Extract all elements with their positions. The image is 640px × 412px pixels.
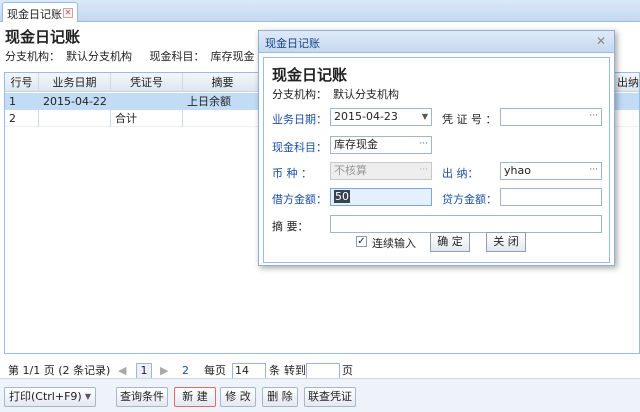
subject-label: 现金科目：: [272, 141, 327, 154]
dialog-title: 现金日记账: [265, 37, 320, 50]
org-label: 分支机构：: [5, 50, 60, 63]
tab-bar: 现金日记账 ✕: [0, 0, 640, 22]
new-button[interactable]: 新 建: [174, 387, 216, 407]
tab-title: 现金日记账: [7, 8, 62, 21]
goto-input[interactable]: [306, 363, 340, 379]
current-page[interactable]: 1: [136, 363, 152, 379]
subject-label: 现金科目：: [149, 50, 205, 63]
col-header-date[interactable]: 业务日期: [39, 73, 111, 92]
date-value: 2015-04-23: [334, 110, 398, 123]
voucher-label: 凭 证 号 ：: [442, 113, 497, 126]
cashier-value: yhao: [504, 164, 531, 177]
currency-label: 币 种 ：: [272, 167, 312, 180]
more-icon: ···: [419, 165, 428, 175]
col-header-no[interactable]: 行号: [5, 73, 39, 92]
row-no: 1: [5, 93, 39, 110]
memo-input[interactable]: [330, 215, 602, 233]
debit-input[interactable]: 50: [330, 188, 432, 206]
debit-label: 借方金额：: [272, 193, 327, 206]
per-page-input[interactable]: 14: [232, 363, 266, 379]
credit-input[interactable]: [500, 188, 602, 206]
org-value: 默认分支机构: [66, 50, 132, 63]
query-button[interactable]: 查询条件: [116, 387, 168, 407]
tab-cash-journal[interactable]: 现金日记账 ✕: [2, 2, 78, 22]
row-summary: [183, 110, 263, 127]
cashier-label: 出 纳：: [442, 167, 479, 180]
dialog-org-label: 分支机构：: [272, 88, 327, 101]
subject-value: 库存现金: [334, 138, 378, 151]
more-icon[interactable]: ···: [589, 109, 598, 124]
row-summary: 上日余额: [183, 93, 263, 110]
dialog-header: 现金日记账 ✕: [259, 31, 614, 53]
dialog-body: 现金日记账 分支机构： 默认分支机构 业务日期： 2015-04-23 ▼ 凭 证…: [263, 57, 610, 263]
date-label: 业务日期：: [272, 113, 327, 126]
linked-voucher-button[interactable]: 联查凭证: [304, 387, 356, 407]
debit-value: 50: [334, 190, 350, 203]
dialog-org: 分支机构： 默认分支机构: [272, 86, 405, 102]
header-info: 分支机构： 默认分支机构 现金科目： 库存现金: [5, 48, 261, 64]
col-header-voucher[interactable]: 凭证号: [111, 73, 183, 92]
print-button[interactable]: 打印(Ctrl+F9) ▼: [4, 387, 96, 407]
dialog-org-value: 默认分支机构: [333, 88, 399, 101]
voucher-field[interactable]: ···: [500, 108, 602, 126]
checkmark-icon: ✓: [357, 236, 366, 247]
col-header-cashier[interactable]: 出纳: [617, 73, 639, 92]
row-no: 2: [5, 110, 39, 127]
journal-entry-dialog: 现金日记账 ✕ 现金日记账 分支机构： 默认分支机构 业务日期： 2015-04-…: [258, 30, 615, 266]
edit-button[interactable]: 修 改: [220, 387, 256, 407]
continuous-checkbox[interactable]: ✓: [356, 236, 367, 247]
subject-value: 库存现金: [210, 50, 255, 63]
page-title: 现金日记账: [5, 28, 81, 46]
dialog-heading: 现金日记账: [272, 66, 348, 84]
dialog-close-button[interactable]: 关 闭: [486, 232, 526, 252]
close-icon[interactable]: ✕: [63, 8, 73, 18]
credit-label: 贷方金额：: [442, 193, 497, 206]
row-date: 2015-04-22: [39, 93, 111, 110]
row-voucher: 合计: [111, 110, 183, 127]
close-icon[interactable]: ✕: [596, 34, 606, 48]
print-label: 打印(Ctrl+F9): [9, 390, 82, 403]
col-header-summary[interactable]: 摘要: [183, 73, 263, 92]
continuous-label: 连续输入: [372, 237, 416, 250]
delete-button[interactable]: 删 除: [262, 387, 298, 407]
row-date: [39, 110, 111, 127]
chevron-down-icon[interactable]: ▼: [422, 109, 428, 124]
memo-label: 摘 要：: [272, 220, 309, 233]
date-field[interactable]: 2015-04-23 ▼: [330, 108, 432, 126]
chevron-down-icon[interactable]: ▼: [85, 388, 91, 406]
currency-field: 不核算 ···: [330, 162, 432, 180]
currency-value: 不核算: [334, 164, 367, 177]
row-voucher: [111, 93, 183, 110]
subject-field[interactable]: 库存现金 ···: [330, 136, 432, 154]
more-icon[interactable]: ···: [419, 137, 428, 152]
more-icon[interactable]: ···: [589, 163, 598, 178]
ok-button[interactable]: 确 定: [430, 232, 470, 252]
toolbar: 打印(Ctrl+F9) ▼ 查询条件 新 建 修 改 删 除 联查凭证: [0, 378, 640, 412]
cashier-field[interactable]: yhao ···: [500, 162, 602, 180]
